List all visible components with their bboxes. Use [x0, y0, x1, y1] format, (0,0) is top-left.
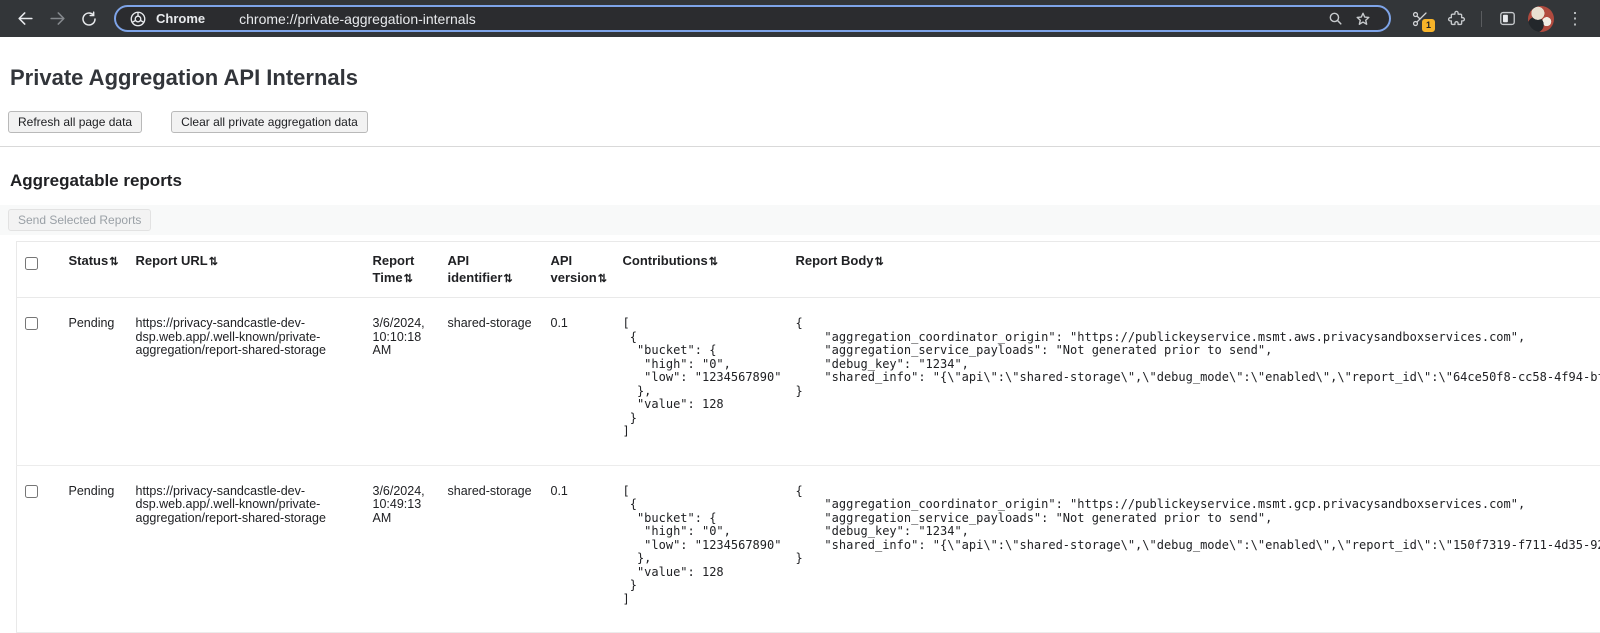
header-report-body[interactable]: Report Body⇅	[788, 242, 1600, 298]
forward-arrow-icon	[48, 9, 67, 28]
header-api-version[interactable]: API version⇅	[543, 242, 615, 298]
browser-toolbar: Chrome chrome://private-aggregation-inte…	[0, 0, 1600, 37]
cell-report-body: { "aggregation_coordinator_origin": "htt…	[788, 298, 1600, 466]
back-button[interactable]	[10, 4, 40, 34]
send-selected-reports-button[interactable]: Send Selected Reports	[8, 209, 151, 231]
cell-status: Pending	[61, 298, 128, 466]
cell-report-url: https://privacy-sandcastle-dev-dsp.web.a…	[128, 298, 365, 466]
row-checkbox[interactable]	[25, 485, 38, 498]
cell-api-identifier: shared-storage	[440, 298, 543, 466]
toolbar-divider	[1481, 11, 1482, 27]
header-contributions[interactable]: Contributions⇅	[615, 242, 788, 298]
forward-button[interactable]	[42, 4, 72, 34]
sort-icon[interactable]: ⇅	[709, 256, 718, 268]
zoom-icon[interactable]	[1321, 7, 1349, 31]
cell-api-version: 0.1	[543, 298, 615, 466]
page-content: Private Aggregation API Internals Refres…	[0, 65, 1600, 633]
send-reports-bar: Send Selected Reports	[0, 205, 1600, 235]
cell-report-time: 3/6/2024, 10:49:13 AM	[365, 465, 440, 633]
header-status[interactable]: Status⇅	[61, 242, 128, 298]
url-scheme-label: Chrome	[156, 11, 205, 26]
cell-api-identifier: shared-storage	[440, 465, 543, 633]
contributions-json: [ { "bucket": { "high": "0", "low": "123…	[623, 485, 780, 607]
reload-icon	[80, 10, 98, 28]
reload-button[interactable]	[74, 4, 104, 34]
aggregatable-reports-heading: Aggregatable reports	[10, 171, 1600, 191]
report-body-json: { "aggregation_coordinator_origin": "htt…	[796, 485, 1600, 566]
profile-avatar[interactable]	[1528, 6, 1554, 32]
select-all-checkbox[interactable]	[25, 257, 38, 270]
cell-contributions: [ { "bucket": { "high": "0", "low": "123…	[615, 465, 788, 633]
cell-report-time: 3/6/2024, 10:10:18 AM	[365, 298, 440, 466]
toolbar-right-cluster: 1 ⋮	[1405, 4, 1590, 34]
refresh-all-button[interactable]: Refresh all page data	[8, 111, 142, 133]
reports-table: Status⇅ Report URL⇅ Report Time⇅ API ide…	[16, 241, 1600, 633]
sort-icon[interactable]: ⇅	[598, 273, 607, 285]
cell-report-url: https://privacy-sandcastle-dev-dsp.web.a…	[128, 465, 365, 633]
cell-report-body: { "aggregation_coordinator_origin": "htt…	[788, 465, 1600, 633]
clear-all-button[interactable]: Clear all private aggregation data	[171, 111, 368, 133]
clipping-badge: 1	[1421, 18, 1436, 33]
extensions-icon[interactable]	[1441, 4, 1471, 34]
side-panel-icon[interactable]	[1492, 4, 1522, 34]
header-report-url[interactable]: Report URL⇅	[128, 242, 365, 298]
sort-icon[interactable]: ⇅	[404, 273, 413, 285]
clipping-tool-icon[interactable]: 1	[1405, 4, 1435, 34]
url-bar[interactable]: Chrome chrome://private-aggregation-inte…	[114, 5, 1391, 32]
page-action-buttons: Refresh all page data Clear all private …	[8, 111, 1600, 133]
row-checkbox[interactable]	[25, 317, 38, 330]
sort-icon[interactable]: ⇅	[109, 256, 118, 268]
back-arrow-icon	[16, 9, 35, 28]
contributions-json: [ { "bucket": { "high": "0", "low": "123…	[623, 317, 780, 439]
sort-icon[interactable]: ⇅	[209, 256, 218, 268]
cell-status: Pending	[61, 465, 128, 633]
cell-contributions: [ { "bucket": { "high": "0", "low": "123…	[615, 298, 788, 466]
sort-icon[interactable]: ⇅	[875, 256, 884, 268]
chrome-logo-icon	[129, 10, 147, 28]
reports-table-container: Status⇅ Report URL⇅ Report Time⇅ API ide…	[16, 241, 1600, 633]
url-text[interactable]: chrome://private-aggregation-internals	[239, 11, 476, 27]
reports-tbody: Pending https://privacy-sandcastle-dev-d…	[17, 298, 1600, 633]
sort-icon[interactable]: ⇅	[503, 273, 512, 285]
bookmark-star-icon[interactable]	[1349, 7, 1377, 31]
page-title: Private Aggregation API Internals	[10, 65, 1600, 91]
table-row: Pending https://privacy-sandcastle-dev-d…	[17, 465, 1600, 633]
header-report-time[interactable]: Report Time⇅	[365, 242, 440, 298]
report-body-json: { "aggregation_coordinator_origin": "htt…	[796, 317, 1600, 398]
browser-menu-icon[interactable]: ⋮	[1560, 4, 1590, 34]
cell-api-version: 0.1	[543, 465, 615, 633]
header-api-identifier[interactable]: API identifier⇅	[440, 242, 543, 298]
section-divider	[0, 146, 1600, 147]
table-row: Pending https://privacy-sandcastle-dev-d…	[17, 298, 1600, 466]
table-header-row: Status⇅ Report URL⇅ Report Time⇅ API ide…	[17, 242, 1600, 298]
